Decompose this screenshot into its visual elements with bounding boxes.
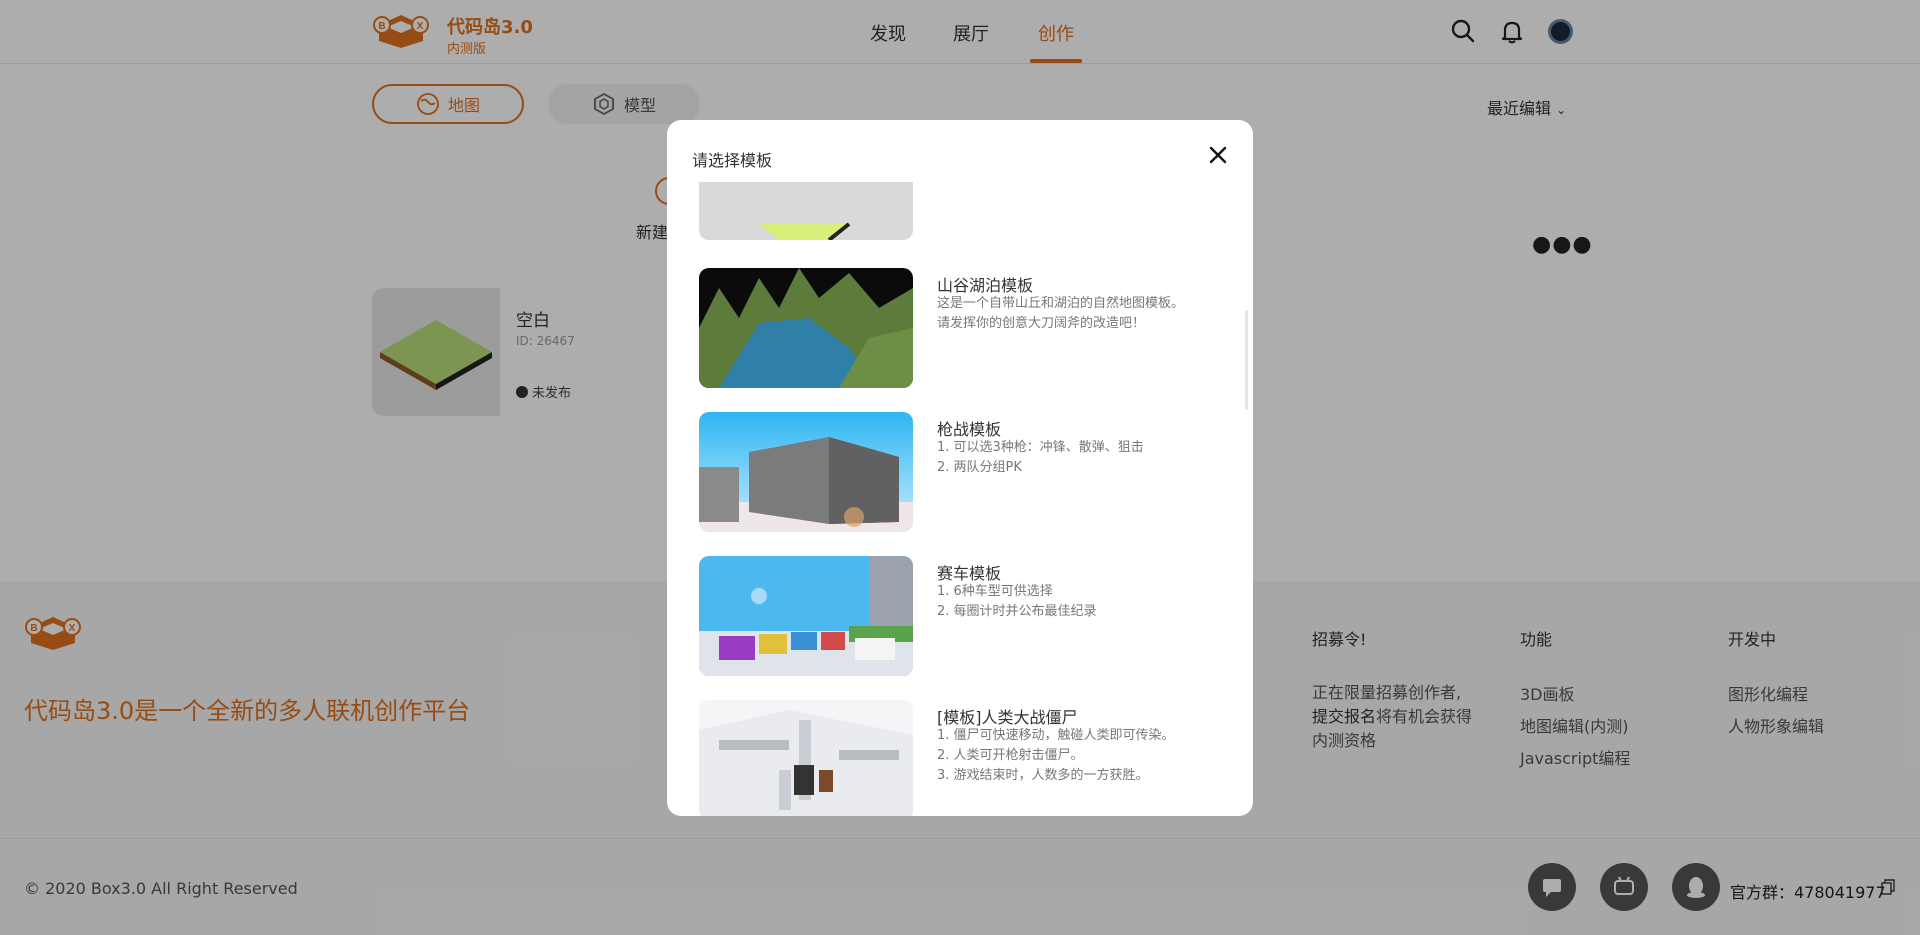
- template-desc-line: 这是一个自带山丘和湖泊的自然地图模板。: [937, 296, 1185, 311]
- template-thumbnail: [699, 182, 913, 240]
- close-icon[interactable]: [1207, 144, 1229, 166]
- template-desc-line: 2. 两队分组PK: [937, 460, 1022, 475]
- template-thumbnail: [699, 556, 913, 676]
- template-name: [模板]人类大战僵尸: [937, 708, 1078, 727]
- template-desc-line: 请发挥你的创意大刀阔斧的改造吧！: [937, 316, 1146, 331]
- template-item[interactable]: 枪战模板 1. 可以选3种枪：冲锋、散弹、狙击 2. 两队分组PK: [699, 412, 1239, 532]
- template-name: 枪战模板: [937, 420, 1002, 439]
- modal-title: 请选择模板: [692, 151, 773, 170]
- template-name: 赛车模板: [937, 564, 1002, 583]
- template-desc-line: 2. 人类可开枪射击僵尸。: [937, 748, 1084, 763]
- template-picker-modal: 请选择模板 山谷湖泊模板 这是一个自带山丘和湖泊的自然地图模板。 请发挥你的创意…: [667, 120, 1253, 816]
- scrollbar[interactable]: [1245, 310, 1248, 410]
- template-name: 山谷湖泊模板: [937, 276, 1034, 295]
- template-description: 1. 可以选3种枪：冲锋、散弹、狙击 2. 两队分组PK: [937, 438, 1237, 478]
- template-desc-line: 1. 可以选3种枪：冲锋、散弹、狙击: [937, 440, 1144, 455]
- template-item[interactable]: 赛车模板 1. 6种车型可供选择 2. 每圈计时并公布最佳纪录: [699, 556, 1239, 676]
- template-description: 1. 6种车型可供选择 2. 每圈计时并公布最佳纪录: [937, 582, 1237, 622]
- template-thumbnail: [699, 700, 913, 816]
- template-item[interactable]: 山谷湖泊模板 这是一个自带山丘和湖泊的自然地图模板。 请发挥你的创意大刀阔斧的改…: [699, 268, 1239, 388]
- template-desc-line: 2. 每圈计时并公布最佳纪录: [937, 604, 1097, 619]
- template-item-previous[interactable]: [699, 182, 1239, 240]
- template-list[interactable]: 山谷湖泊模板 这是一个自带山丘和湖泊的自然地图模板。 请发挥你的创意大刀阔斧的改…: [667, 182, 1253, 816]
- template-thumbnail: [699, 412, 913, 532]
- template-description: 这是一个自带山丘和湖泊的自然地图模板。 请发挥你的创意大刀阔斧的改造吧！: [937, 294, 1237, 334]
- template-item[interactable]: [模板]人类大战僵尸 1. 僵尸可快速移动，触碰人类即可传染。 2. 人类可开枪…: [699, 700, 1239, 816]
- template-desc-line: 3. 游戏结束时，人数多的一方获胜。: [937, 768, 1149, 783]
- template-thumbnail: [699, 268, 913, 388]
- template-desc-line: 1. 6种车型可供选择: [937, 584, 1053, 599]
- template-description: 1. 僵尸可快速移动，触碰人类即可传染。 2. 人类可开枪射击僵尸。 3. 游戏…: [937, 726, 1237, 786]
- template-desc-line: 1. 僵尸可快速移动，触碰人类即可传染。: [937, 728, 1175, 743]
